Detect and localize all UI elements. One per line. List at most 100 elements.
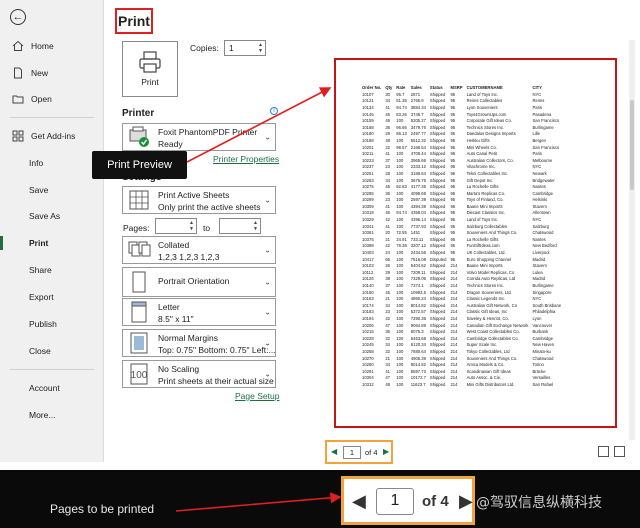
paper-size-dropdown[interactable]: Letter 8.5" x 11" ⌄ — [122, 298, 276, 326]
table-cell: 100 — [396, 170, 404, 176]
table-cell: Vancouver — [532, 322, 553, 328]
copies-stepper[interactable]: 1 ▲ ▼ — [224, 40, 266, 56]
printer-section-heading: Printer — [122, 108, 155, 119]
grid-icon — [11, 129, 25, 143]
table-row: 10291 41 100 8597.73 Shipped 214 Scandinavian … — [360, 368, 563, 375]
nav-item-export[interactable]: Export — [0, 286, 103, 308]
table-cell: 3884.34 — [410, 104, 426, 110]
table-cell: Madrid — [532, 256, 546, 262]
show-margins-icon[interactable] — [598, 446, 609, 457]
spinner-arrows-icon[interactable]: ▲ ▼ — [189, 220, 194, 232]
table-cell: 95 — [450, 190, 456, 196]
orientation-dropdown[interactable]: Portrait Orientation ⌄ — [122, 267, 276, 297]
table-cell: Mini Gifts Distributors Ltd. — [466, 381, 515, 387]
table-cell: 2871 — [410, 91, 421, 97]
table-cell: 34.91 — [396, 236, 407, 242]
nav-item-publish[interactable]: Publish — [0, 313, 103, 335]
table-cell: 214 — [450, 355, 458, 361]
table-cell: 95 — [450, 230, 456, 236]
info-icon[interactable]: i — [270, 107, 278, 115]
table-cell: 100 — [396, 223, 404, 229]
nav-item-share[interactable]: Share — [0, 259, 103, 281]
table-cell: 4905.39 — [410, 355, 426, 361]
current-page-input[interactable]: 1 — [343, 446, 361, 459]
table-cell: 29 — [385, 131, 390, 137]
printer-properties-link[interactable]: Printer Properties — [213, 154, 279, 164]
printer-dropdown[interactable]: Foxit PhantomPDF Printer Ready ⌄ — [122, 123, 276, 151]
zoom-to-page-icon[interactable] — [614, 446, 625, 457]
svg-text:100: 100 — [131, 370, 148, 381]
table-row: 10309 41 100 4394.38 Shipped 95 Baane Mini Imp… — [360, 203, 563, 210]
nav-item-get-add-ins[interactable]: Get Add-ins — [0, 125, 103, 147]
pages-from-input[interactable]: ▲ ▼ — [155, 218, 197, 234]
table-cell: Land of Toys Inc. — [466, 217, 499, 223]
spinner-arrows-icon[interactable]: ▲ ▼ — [253, 220, 258, 232]
table-cell: Burbank — [532, 329, 549, 335]
spinner-arrows-icon[interactable]: ▲ ▼ — [258, 42, 263, 54]
table-row: 10299 23 100 2597.39 Shipped 95 Toys of Finlan… — [360, 197, 563, 204]
nav-item-info[interactable]: Info — [0, 152, 103, 174]
table-cell: 95 — [450, 223, 456, 229]
table-cell: Classic Gift Ideas, Inc — [466, 309, 508, 315]
table-row: 10103 26 100 5404.62 Shipped 214 Baane Mini Im… — [360, 262, 563, 269]
nav-item-save-as[interactable]: Save As — [0, 205, 103, 227]
table-cell: Reims — [532, 98, 545, 104]
margins-dropdown[interactable]: Normal Margins Top: 0.75" Bottom: 0.75" … — [122, 329, 276, 357]
nav-item-more[interactable]: More... — [0, 404, 103, 426]
current-page-input-zoomed[interactable]: 1 — [376, 488, 414, 515]
print-scope-dropdown[interactable]: Print Active Sheets Only print the activ… — [122, 186, 276, 214]
nav-item-print[interactable]: Print — [0, 232, 103, 254]
table-row: 10188 48 100 5512.32 Shipped 95 Herkku Gifts Be… — [360, 137, 563, 144]
table-cell: 214 — [450, 329, 458, 335]
table-cell: 95 — [450, 151, 456, 157]
table-cell: 34 — [385, 302, 390, 308]
table-cell: 95 — [450, 144, 456, 150]
table-cell: 95 — [450, 170, 456, 176]
table-cell: 95 — [450, 91, 456, 97]
table-cell: 8597.73 — [410, 368, 426, 374]
table-cell: Shipped — [429, 375, 446, 381]
table-cell: NYC — [532, 217, 542, 223]
nav-item-open[interactable]: Open — [0, 88, 103, 110]
no-scaling-icon: 100 — [130, 363, 148, 385]
nav-item-account[interactable]: Account — [0, 377, 103, 399]
table-cell: New Bedford — [532, 243, 557, 249]
page-setup-link[interactable]: Page Setup — [235, 391, 279, 401]
table-cell: 22 — [385, 144, 390, 150]
table-cell: 95 — [450, 210, 456, 216]
nav-item-close[interactable]: Close — [0, 340, 103, 362]
column-header: Order No. — [362, 85, 382, 90]
table-cell: Bridgewater — [532, 177, 555, 183]
table-row: 10403 24 100 2434.56 Shipped 95 UK Collectable… — [360, 249, 563, 256]
backstage-nav: ← Home New Open Get Add-ins Info Save Sa… — [0, 0, 104, 462]
table-cell: Shipped — [429, 111, 446, 117]
table-cell: 5404.62 — [410, 263, 426, 269]
table-cell: NYC — [532, 91, 542, 97]
next-page-icon[interactable]: ▶ — [459, 491, 473, 512]
previous-page-icon[interactable]: ◀ — [352, 491, 366, 512]
table-cell: UK Collectables, Ltd. — [466, 250, 506, 256]
preview-scrollbar[interactable] — [629, 40, 635, 440]
scaling-dropdown[interactable]: 100 No Scaling Print sheets at their act… — [122, 360, 276, 388]
table-row: 10206 47 100 9064.89 Shipped 214 Canadian Gift… — [360, 322, 563, 329]
page-count-label: of 4 — [365, 448, 378, 457]
table-cell: 7290.36 — [410, 315, 426, 321]
table-cell: 6075.3 — [410, 329, 424, 335]
print-button[interactable]: Print — [122, 41, 178, 97]
nav-item-home[interactable]: Home — [0, 35, 103, 57]
table-cell: Stavern — [532, 263, 547, 269]
back-arrow-icon[interactable]: ← — [10, 9, 26, 25]
previous-page-icon[interactable]: ◀ — [331, 447, 337, 456]
collation-dropdown[interactable]: Collated 1,2,3 1,2,3 1,2,3 ⌄ — [122, 236, 276, 264]
nav-item-new[interactable]: New — [0, 62, 103, 84]
next-page-icon[interactable]: ▶ — [383, 447, 389, 456]
table-row: 10258 32 100 7680.64 Shipped 214 Tokyo Collect… — [360, 348, 563, 355]
table-cell: 100 — [396, 197, 404, 203]
table-cell: Lyon Souveniers — [466, 104, 498, 110]
table-cell: FunGiftIdeas.com — [466, 243, 500, 249]
pages-to-input[interactable]: ▲ ▼ — [219, 218, 261, 234]
nav-item-save[interactable]: Save — [0, 179, 103, 201]
scrollbar-thumb[interactable] — [630, 100, 634, 190]
table-cell: Technics Stores Inc. — [466, 124, 505, 130]
table-cell: 214 — [450, 289, 458, 295]
